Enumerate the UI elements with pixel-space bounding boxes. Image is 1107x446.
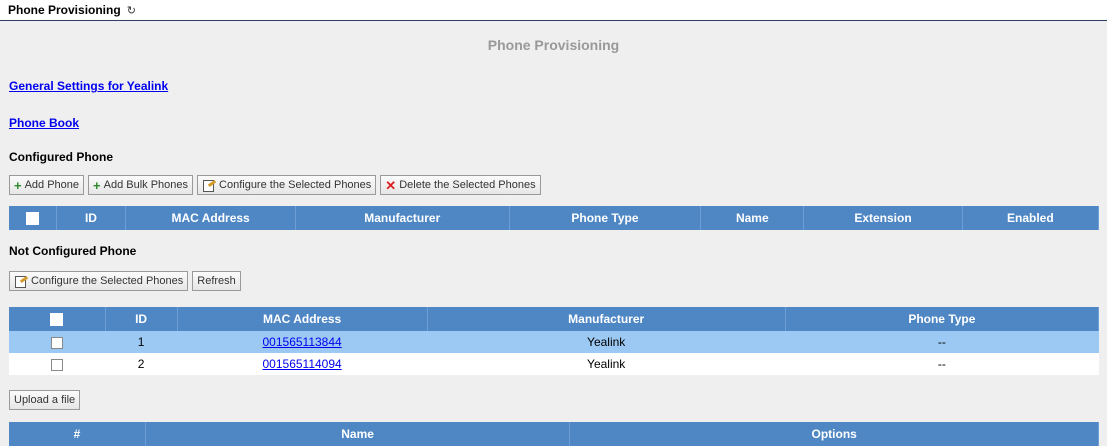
- select-all-header[interactable]: [9, 206, 57, 230]
- title-bar: Phone Provisioning ↻: [0, 0, 1107, 21]
- column-header[interactable]: ID: [105, 307, 178, 331]
- configured-phones-table: ID MAC Address Manufacturer Phone Type N…: [9, 206, 1100, 230]
- add-bulk-label: Add Bulk Phones: [103, 179, 189, 191]
- not-configured-phone-title: Not Configured Phone: [9, 244, 137, 258]
- upload-label: Upload a file: [14, 394, 76, 406]
- not-configured-toolbar: Configure the Selected Phones Refresh: [9, 271, 241, 291]
- manufacturer-cell: Yealink: [427, 353, 786, 375]
- upload-toolbar: Upload a file: [9, 390, 81, 410]
- select-all-checkbox[interactable]: [25, 212, 39, 226]
- delete-label: Delete the Selected Phones: [399, 179, 536, 191]
- refresh-icon[interactable]: ↻: [127, 4, 136, 17]
- upload-files-table: # Name Options: [9, 422, 1099, 446]
- column-header[interactable]: Name: [145, 422, 571, 446]
- id-cell: 1: [105, 331, 178, 353]
- configure-icon: [14, 275, 28, 288]
- mac-link[interactable]: 001565114094: [263, 357, 342, 371]
- manufacturer-cell: Yealink: [427, 331, 786, 353]
- phone-type-cell: --: [785, 353, 1099, 375]
- column-header[interactable]: Name: [700, 206, 805, 230]
- refresh-label: Refresh: [197, 275, 236, 287]
- column-header[interactable]: Extension: [803, 206, 963, 230]
- column-header[interactable]: Phone Type: [785, 307, 1100, 331]
- column-header[interactable]: Manufacturer: [295, 206, 510, 230]
- mac-cell: 001565113844: [177, 331, 428, 353]
- plus-icon: +: [93, 177, 101, 193]
- select-all-checkbox[interactable]: [50, 313, 64, 327]
- page-heading: Phone Provisioning: [487, 37, 620, 53]
- id-cell: 2: [105, 353, 178, 375]
- configure-label: Configure the Selected Phones: [219, 179, 372, 191]
- configure-icon: [202, 179, 216, 192]
- configure-selected-button-2[interactable]: Configure the Selected Phones: [9, 271, 189, 291]
- column-header[interactable]: ID: [56, 206, 127, 230]
- configured-toolbar: + Add Phone + Add Bulk Phones Configure …: [9, 175, 541, 195]
- page-title: Phone Provisioning: [8, 3, 121, 17]
- table-header-row: ID MAC Address Manufacturer Phone Type N…: [9, 206, 1100, 230]
- column-header[interactable]: MAC Address: [177, 307, 428, 331]
- delete-icon: ✕: [385, 177, 397, 193]
- refresh-button[interactable]: Refresh: [192, 271, 241, 291]
- row-checkbox-cell[interactable]: [9, 331, 106, 353]
- column-header[interactable]: Enabled: [962, 206, 1100, 230]
- row-checkbox[interactable]: [51, 336, 64, 349]
- mac-link[interactable]: 001565113844: [263, 335, 342, 349]
- delete-selected-button[interactable]: ✕ Delete the Selected Phones: [380, 175, 541, 195]
- phone-type-cell: --: [785, 331, 1099, 353]
- upload-file-button[interactable]: Upload a file: [9, 390, 81, 410]
- general-settings-link[interactable]: General Settings for Yealink: [9, 79, 168, 93]
- select-all-header[interactable]: [9, 307, 106, 331]
- configure-selected-button[interactable]: Configure the Selected Phones: [197, 175, 377, 195]
- not-configured-phones-table: ID MAC Address Manufacturer Phone Type 1…: [9, 307, 1100, 375]
- column-header[interactable]: Manufacturer: [427, 307, 786, 331]
- table-header-row: # Name Options: [9, 422, 1099, 446]
- column-header[interactable]: MAC Address: [125, 206, 296, 230]
- configure-label: Configure the Selected Phones: [31, 275, 184, 287]
- plus-icon: +: [14, 177, 22, 193]
- table-row[interactable]: 1 001565113844 Yealink --: [9, 331, 1099, 353]
- phone-book-link[interactable]: Phone Book: [9, 116, 79, 130]
- add-phone-button[interactable]: + Add Phone: [9, 175, 85, 195]
- mac-cell: 001565114094: [177, 353, 428, 375]
- row-checkbox-cell[interactable]: [9, 353, 106, 375]
- table-header-row: ID MAC Address Manufacturer Phone Type: [9, 307, 1100, 331]
- column-header[interactable]: Options: [569, 422, 1099, 446]
- column-header[interactable]: #: [9, 422, 146, 446]
- add-bulk-phones-button[interactable]: + Add Bulk Phones: [88, 175, 194, 195]
- row-checkbox[interactable]: [51, 358, 64, 371]
- configured-phone-title: Configured Phone: [9, 150, 113, 164]
- table-row[interactable]: 2 001565114094 Yealink --: [9, 353, 1099, 375]
- column-header[interactable]: Phone Type: [509, 206, 702, 230]
- add-phone-label: Add Phone: [24, 179, 80, 191]
